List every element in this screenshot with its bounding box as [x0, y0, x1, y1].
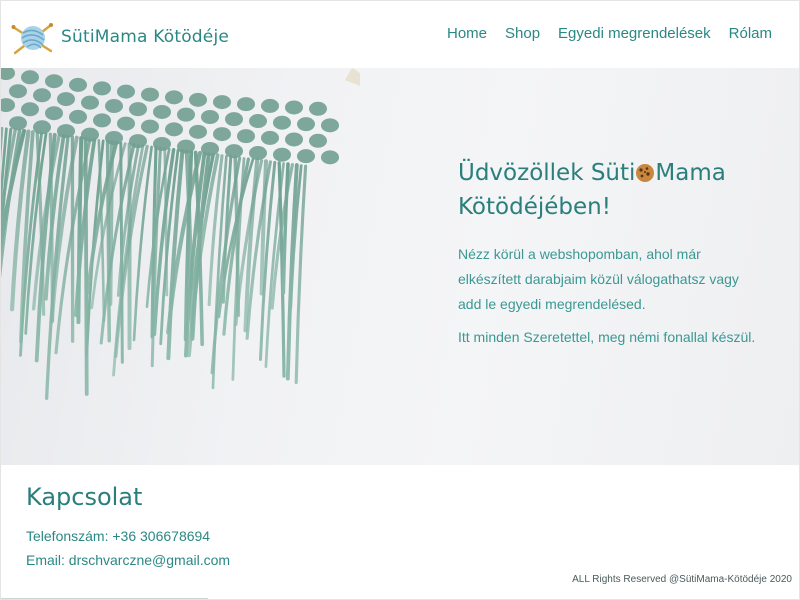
brand-name: SütiMama Kötödéje	[61, 27, 230, 47]
nav-custom-orders[interactable]: Egyedi megrendelések	[558, 25, 711, 42]
hero-paragraph-1: Nézz körül a webshopomban, ahol már elké…	[458, 246, 739, 312]
hero-title: Üdvözöllek Süti Mama Kötödéjében!	[458, 156, 778, 224]
yarn-ball-knitting-needles-icon	[11, 23, 53, 55]
footer: Kapcsolat Telefonszám: +36 306678694 Ema…	[0, 465, 800, 600]
contact-title: Kapcsolat	[26, 483, 143, 511]
green-macrame-fringe-photo	[0, 68, 360, 400]
hero-text: Üdvözöllek Süti Mama Kötödéjében! Nézz kö…	[458, 156, 778, 350]
nav-shop[interactable]: Shop	[505, 25, 540, 42]
hero-section: Üdvözöllek Süti Mama Kötödéjében! Nézz kö…	[0, 68, 800, 465]
brand-link[interactable]: SütiMama Kötödéje	[11, 17, 229, 57]
nav-home[interactable]: Home	[447, 25, 487, 42]
copyright-text: ALL Rights Reserved @SütiMama-Kötödéje 2…	[572, 574, 792, 585]
contact-email: Email: drschvarczne@gmail.com	[26, 552, 231, 568]
hero-title-part1: Üdvözöllek Süti	[458, 160, 636, 186]
main-nav: Home Shop Egyedi megrendelések Rólam	[429, 25, 772, 42]
footer-divider	[0, 598, 208, 599]
hero-paragraph-2: Itt minden Szeretettel, meg némi fonalla…	[458, 329, 756, 345]
nav-about[interactable]: Rólam	[729, 25, 772, 42]
cookie-icon	[636, 164, 655, 182]
contact-phone: Telefonszám: +36 306678694	[26, 528, 211, 544]
navbar: SütiMama Kötödéje Home Shop Egyedi megre…	[0, 0, 800, 68]
